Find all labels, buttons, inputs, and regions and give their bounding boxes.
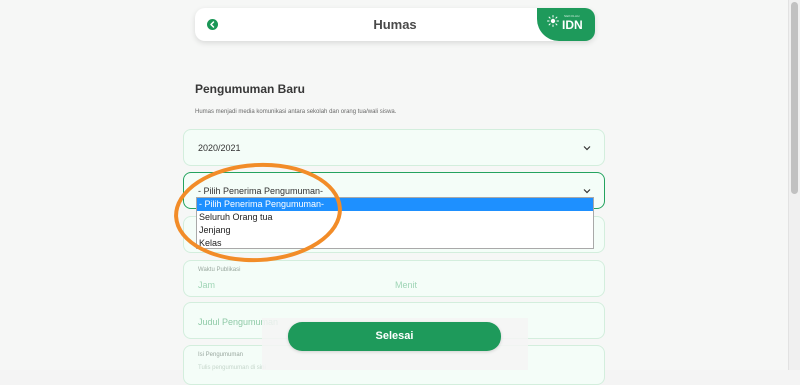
page-title: Humas [373, 17, 417, 32]
brand-text: IDN [562, 18, 583, 32]
publish-time-field: Waktu Publikasi Jam Menit [183, 260, 605, 297]
chevron-down-icon [583, 189, 591, 194]
app-header: Humas SEKOLAH IDN [195, 8, 595, 41]
minute-input[interactable]: Menit [395, 280, 417, 290]
section-description: Humas menjadi media komunikasi antara se… [195, 109, 397, 115]
announcement-content-placeholder: Tulis pengumuman di sini [198, 365, 266, 371]
scrollbar[interactable] [788, 0, 800, 370]
academic-year-select[interactable]: 2020/2021 [183, 129, 605, 166]
publish-time-label: Waktu Publikasi [198, 267, 241, 273]
academic-year-value: 2020/2021 [198, 143, 241, 153]
section-title: Pengumuman Baru [195, 82, 306, 96]
brand-logo: SEKOLAH IDN [537, 8, 595, 41]
page: Humas SEKOLAH IDN Pengumuman Baru Humas … [0, 0, 789, 385]
sun-icon [547, 15, 559, 27]
submit-button[interactable]: Selesai [288, 322, 501, 351]
announcement-content-label: Isi Pengumuman [198, 352, 244, 358]
chevron-down-icon [583, 146, 591, 151]
hour-input[interactable]: Jam [198, 280, 215, 290]
scrollbar-thumb[interactable] [791, 2, 798, 194]
